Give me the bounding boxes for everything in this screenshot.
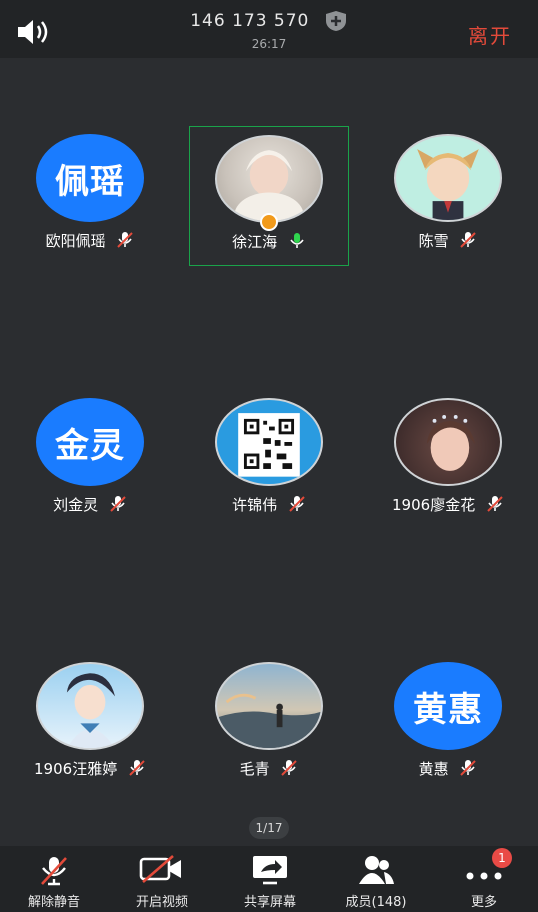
share-screen-icon bbox=[253, 856, 287, 885]
mic-muted-icon bbox=[487, 496, 503, 512]
participant-tile[interactable]: 陈雪 bbox=[368, 126, 528, 266]
top-bar: 146 173 570 26:17 离开 bbox=[0, 0, 538, 58]
mic-muted-icon bbox=[41, 857, 67, 886]
avatar bbox=[394, 398, 502, 486]
participant-tile[interactable]: 1906廖金花 bbox=[368, 390, 528, 530]
unmute-button[interactable]: 解除静音 bbox=[0, 846, 108, 912]
unmute-label: 解除静音 bbox=[27, 895, 80, 910]
members-icon bbox=[359, 856, 394, 884]
participant-name: 1906廖金花 bbox=[392, 496, 476, 514]
avatar: 黄惠 bbox=[394, 662, 502, 750]
participant-tile[interactable]: 1906汪雅婷 bbox=[10, 654, 170, 794]
avatar bbox=[215, 398, 323, 486]
avatar bbox=[215, 662, 323, 750]
meeting-id-text: 146 173 570 bbox=[190, 11, 310, 31]
participant-tile[interactable]: 毛青 bbox=[189, 654, 349, 794]
shield-icon[interactable] bbox=[324, 10, 348, 32]
share-screen-label: 共享屏幕 bbox=[243, 895, 296, 910]
bottom-toolbar: 解除静音 开启视频 共享屏幕 成员(148) 1 更多 bbox=[0, 846, 538, 912]
meeting-timer: 26:17 bbox=[251, 37, 287, 51]
mic-active-icon bbox=[290, 233, 304, 248]
share-screen-button[interactable]: 共享屏幕 bbox=[216, 846, 324, 912]
participant-tile[interactable]: 金灵 刘金灵 bbox=[10, 390, 170, 530]
start-video-button[interactable]: 开启视频 bbox=[108, 846, 216, 912]
notification-badge: 1 bbox=[492, 848, 512, 868]
mic-muted-icon bbox=[129, 760, 145, 776]
participant-tile[interactable]: 许锦伟 bbox=[189, 390, 349, 530]
members-button[interactable]: 成员(148) bbox=[322, 846, 430, 912]
mic-muted-icon bbox=[289, 496, 305, 512]
more-button[interactable]: 1 更多 bbox=[430, 846, 538, 912]
avatar bbox=[394, 134, 502, 222]
mic-muted-icon bbox=[110, 496, 126, 512]
avatar: 金灵 bbox=[36, 398, 144, 486]
participant-name: 刘金灵 bbox=[53, 496, 99, 514]
participant-name: 欧阳佩瑶 bbox=[45, 232, 106, 250]
page-indicator[interactable]: 1/17 bbox=[249, 817, 289, 839]
start-video-label: 开启视频 bbox=[135, 895, 188, 910]
participant-name: 许锦伟 bbox=[232, 496, 278, 514]
avatar bbox=[215, 135, 323, 223]
participant-name: 黄惠 bbox=[418, 760, 449, 778]
participant-tile-active[interactable]: 徐江海 bbox=[189, 126, 349, 266]
mic-muted-icon bbox=[460, 232, 477, 248]
participant-tile[interactable]: 佩瑶 欧阳佩瑶 bbox=[10, 126, 170, 266]
leave-button[interactable]: 离开 bbox=[468, 20, 512, 49]
avatar: 佩瑶 bbox=[36, 134, 144, 222]
mic-muted-icon bbox=[117, 232, 134, 248]
members-label: 成员(148) bbox=[345, 895, 407, 910]
meeting-id[interactable]: 146 173 570 bbox=[0, 10, 538, 32]
more-label: 更多 bbox=[470, 895, 497, 910]
mic-muted-icon bbox=[460, 760, 477, 776]
participant-name: 陈雪 bbox=[418, 232, 449, 250]
participant-name: 徐江海 bbox=[232, 233, 278, 251]
camera-off-icon bbox=[139, 855, 181, 883]
avatar bbox=[36, 662, 144, 750]
participant-name: 毛青 bbox=[239, 760, 270, 778]
mic-muted-icon bbox=[281, 760, 298, 776]
host-icon bbox=[260, 213, 278, 231]
participant-name: 1906汪雅婷 bbox=[34, 760, 118, 778]
participant-tile[interactable]: 黄惠 黄惠 bbox=[368, 654, 528, 794]
